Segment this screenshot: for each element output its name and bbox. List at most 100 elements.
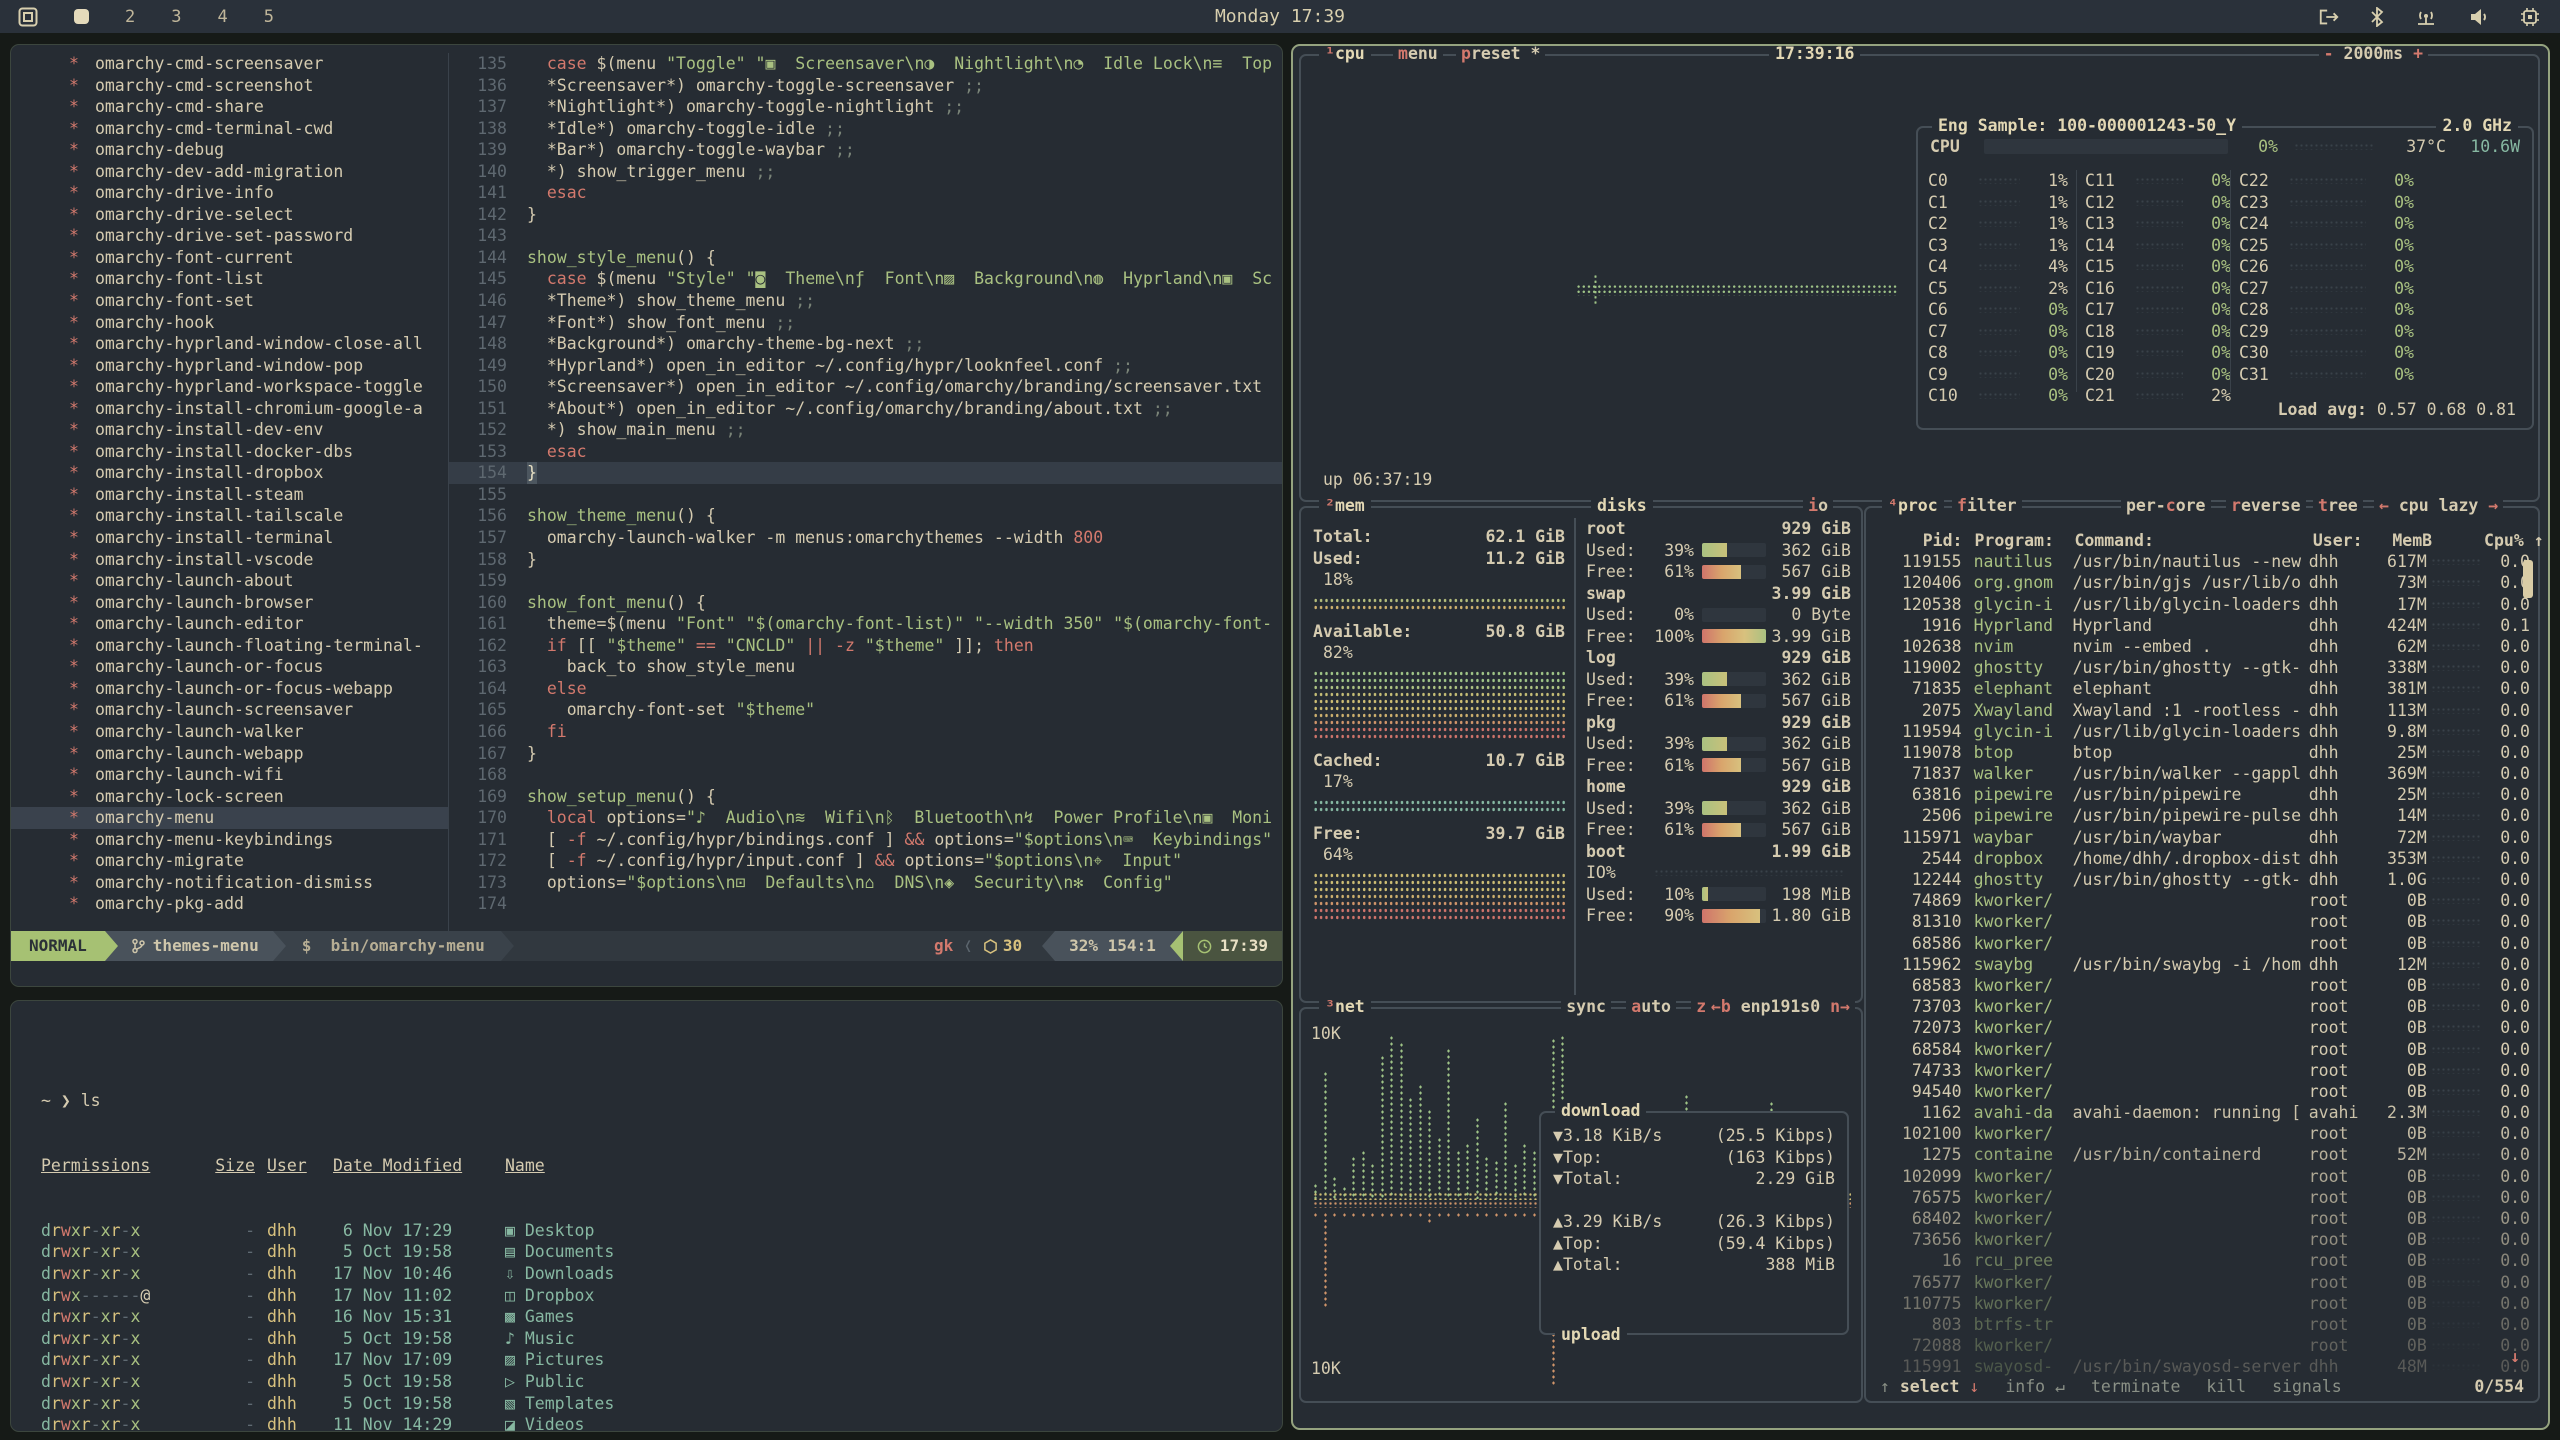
workspace-1-active[interactable]: [74, 9, 89, 24]
process-row[interactable]: 63816pipewire/usr/bin/pipewiredhh25M0.0: [1866, 784, 2538, 805]
file-item[interactable]: *omarchy-hook: [11, 312, 448, 334]
process-row[interactable]: 119078btopbtopdhh25M0.0: [1866, 742, 2538, 763]
file-item[interactable]: *omarchy-notification-dismiss: [11, 872, 448, 894]
file-item[interactable]: *omarchy-install-tailscale: [11, 505, 448, 527]
process-row[interactable]: 110775kworker/root0B0.0: [1866, 1293, 2538, 1314]
file-item[interactable]: *omarchy-dev-add-migration: [11, 161, 448, 183]
bluetooth-icon[interactable]: [2370, 7, 2384, 27]
process-row[interactable]: 119002ghostty/usr/bin/ghostty --gtk-dhh3…: [1866, 657, 2538, 678]
process-row[interactable]: 94540kworker/root0B0.0: [1866, 1081, 2538, 1102]
file-item[interactable]: *omarchy-install-chromium-google-a: [11, 398, 448, 420]
process-row[interactable]: 12244ghostty/usr/bin/ghostty --gtk-dhh1.…: [1866, 869, 2538, 890]
io-toggle[interactable]: io: [1803, 495, 1833, 517]
process-row[interactable]: 102099kworker/root0B0.0: [1866, 1166, 2538, 1187]
file-item[interactable]: *omarchy-cmd-share: [11, 96, 448, 118]
signals-button[interactable]: signals: [2272, 1376, 2342, 1398]
scroll-down-indicator[interactable]: ↓: [2510, 1346, 2520, 1368]
file-item[interactable]: *omarchy-pkg-add: [11, 893, 448, 915]
process-row[interactable]: 74733kworker/root0B0.0: [1866, 1060, 2538, 1081]
process-row[interactable]: 102100kworker/root0B0.0: [1866, 1123, 2538, 1144]
file-item[interactable]: *omarchy-launch-about: [11, 570, 448, 592]
preset-button[interactable]: preset *: [1456, 44, 1545, 65]
process-row[interactable]: 1162avahi-daavahi-daemon: running [avahi…: [1866, 1102, 2538, 1123]
process-row[interactable]: 68402kworker/root0B0.0: [1866, 1208, 2538, 1229]
file-item[interactable]: *omarchy-cmd-terminal-cwd: [11, 118, 448, 140]
process-row[interactable]: 2506pipewire/usr/bin/pipewire-pulsedhh14…: [1866, 805, 2538, 826]
proc-reverse-button[interactable]: reverse: [2226, 495, 2306, 517]
file-item[interactable]: *omarchy-launch-floating-terminal-: [11, 635, 448, 657]
proc-tree-button[interactable]: tree: [2313, 495, 2363, 517]
file-item[interactable]: *omarchy-install-terminal: [11, 527, 448, 549]
file-item[interactable]: *omarchy-launch-wifi: [11, 764, 448, 786]
terminate-button[interactable]: terminate: [2091, 1376, 2180, 1398]
workspace-2[interactable]: 2: [125, 7, 135, 27]
file-item[interactable]: *omarchy-drive-info: [11, 182, 448, 204]
file-item[interactable]: *omarchy-lock-screen: [11, 786, 448, 808]
file-item[interactable]: *omarchy-install-steam: [11, 484, 448, 506]
file-item[interactable]: *omarchy-launch-walker: [11, 721, 448, 743]
process-row[interactable]: 72088kworker/root0B0.0: [1866, 1335, 2538, 1356]
process-row[interactable]: 71837walker/usr/bin/walker --gappldhh369…: [1866, 763, 2538, 784]
process-row[interactable]: 68584kworker/root0B0.0: [1866, 1039, 2538, 1060]
file-item[interactable]: *omarchy-launch-or-focus-webapp: [11, 678, 448, 700]
net-interface-switcher[interactable]: ←b enp191s0 n→: [1706, 996, 1855, 1018]
info-button[interactable]: info ↵: [2005, 1376, 2065, 1398]
file-item[interactable]: *omarchy-drive-set-password: [11, 225, 448, 247]
file-item[interactable]: *omarchy-migrate: [11, 850, 448, 872]
workspace-5[interactable]: 5: [264, 7, 274, 27]
process-row[interactable]: 115971waybar/usr/bin/waybardhh72M0.0: [1866, 827, 2538, 848]
net-auto-button[interactable]: auto: [1626, 996, 1676, 1018]
volume-icon[interactable]: [2468, 7, 2490, 27]
process-row[interactable]: 119155nautilus/usr/bin/nautilus --newdhh…: [1866, 551, 2538, 572]
file-item[interactable]: *omarchy-install-vscode: [11, 549, 448, 571]
file-item[interactable]: *omarchy-launch-browser: [11, 592, 448, 614]
process-row[interactable]: 68583kworker/root0B0.0: [1866, 975, 2538, 996]
process-row[interactable]: 74869kworker/root0B0.0: [1866, 890, 2538, 911]
file-item[interactable]: *omarchy-launch-screensaver: [11, 699, 448, 721]
workspace-4[interactable]: 4: [218, 7, 228, 27]
file-item[interactable]: *omarchy-install-docker-dbs: [11, 441, 448, 463]
process-row[interactable]: 120406org.gnom/usr/bin/gjs /usr/lib/odhh…: [1866, 572, 2538, 593]
workspace-3[interactable]: 3: [171, 7, 181, 27]
proc-percore-button[interactable]: per-core: [2121, 495, 2211, 517]
process-row[interactable]: 68586kworker/root0B0.0: [1866, 933, 2538, 954]
process-row[interactable]: 16rcu_preeroot0B0.0: [1866, 1250, 2538, 1271]
proc-scrollbar[interactable]: [2523, 560, 2533, 598]
process-row[interactable]: 76575kworker/root0B0.0: [1866, 1187, 2538, 1208]
process-row[interactable]: 2544dropbox/home/dhh/.dropbox-distdhh353…: [1866, 848, 2538, 869]
file-item[interactable]: *omarchy-install-dev-env: [11, 419, 448, 441]
process-row[interactable]: 115962swaybg/usr/bin/swaybg -i /homdhh12…: [1866, 954, 2538, 975]
omarchy-logo-icon[interactable]: [18, 7, 38, 27]
file-item[interactable]: *omarchy-install-dropbox: [11, 462, 448, 484]
file-item[interactable]: *omarchy-hyprland-window-pop: [11, 355, 448, 377]
kill-button[interactable]: kill: [2206, 1376, 2246, 1398]
process-row[interactable]: 119594glycin-i/usr/lib/glycin-loadersdhh…: [1866, 721, 2538, 742]
file-item[interactable]: *omarchy-font-list: [11, 268, 448, 290]
file-item[interactable]: *omarchy-launch-or-focus: [11, 656, 448, 678]
file-item[interactable]: *omarchy-font-set: [11, 290, 448, 312]
process-row[interactable]: 73703kworker/root0B0.0: [1866, 996, 2538, 1017]
proc-sort-selector[interactable]: ← cpu lazy →: [2374, 495, 2503, 517]
file-item[interactable]: *omarchy-debug: [11, 139, 448, 161]
network-icon[interactable]: [2414, 7, 2438, 27]
process-row[interactable]: 102638nvimnvim --embed .dhh62M0.0: [1866, 636, 2538, 657]
logout-icon[interactable]: [2318, 7, 2340, 27]
cpu-icon[interactable]: [2520, 7, 2540, 27]
net-sync-button[interactable]: sync: [1561, 996, 1611, 1018]
process-row[interactable]: 1916HyprlandHyprlanddhh424M0.1: [1866, 615, 2538, 636]
file-item[interactable]: *omarchy-hyprland-window-close-all: [11, 333, 448, 355]
process-row[interactable]: 81310kworker/root0B0.0: [1866, 911, 2538, 932]
file-item[interactable]: *omarchy-launch-webapp: [11, 743, 448, 765]
interval-control[interactable]: - 2000ms +: [2319, 44, 2428, 65]
process-row[interactable]: 76577kworker/root0B0.0: [1866, 1272, 2538, 1293]
menu-button[interactable]: menu: [1393, 44, 1443, 65]
file-item[interactable]: *omarchy-drive-select: [11, 204, 448, 226]
process-row[interactable]: 2075XwaylandXwayland :1 -rootless -dhh11…: [1866, 700, 2538, 721]
select-button[interactable]: select: [1900, 1377, 1960, 1396]
process-row[interactable]: 71835elephantelephantdhh381M0.0: [1866, 678, 2538, 699]
process-row[interactable]: 120538glycin-i/usr/lib/glycin-loadersdhh…: [1866, 594, 2538, 615]
file-item[interactable]: *omarchy-menu: [11, 807, 448, 829]
proc-filter-button[interactable]: filter: [1952, 495, 2022, 517]
process-row[interactable]: 73656kworker/root0B0.0: [1866, 1229, 2538, 1250]
process-row[interactable]: 1275containe/usr/bin/containerdroot52M0.…: [1866, 1144, 2538, 1165]
